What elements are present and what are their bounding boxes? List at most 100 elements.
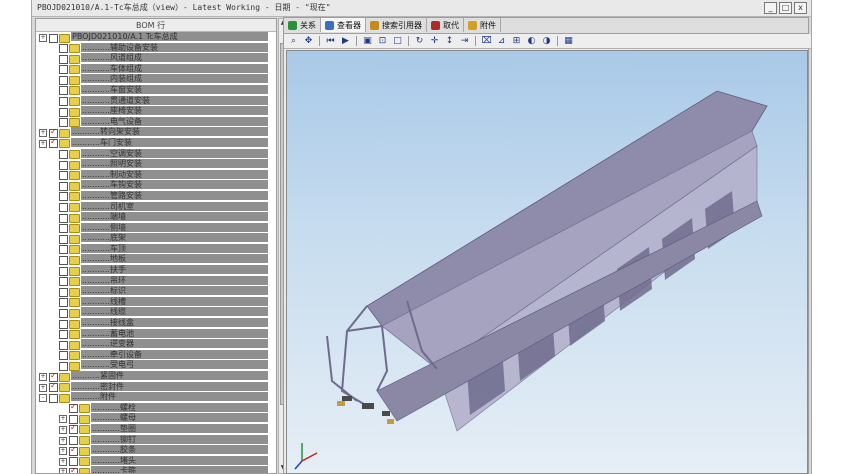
pan-icon[interactable]: ✥ <box>302 35 315 48</box>
bom-row[interactable]: ...........接线盒 <box>36 318 276 329</box>
zoom-icon[interactable]: ⌕ <box>287 35 300 48</box>
bom-row[interactable]: ...........照明安装 <box>36 159 276 170</box>
bom-row[interactable]: ...........线缆 <box>36 307 276 318</box>
close-button[interactable]: x <box>794 2 807 14</box>
row-checkbox[interactable] <box>69 423 78 435</box>
bom-row[interactable]: + ...........螺母 <box>36 413 276 424</box>
bom-row[interactable]: ...........空调安装 <box>36 148 276 160</box>
row-checkbox[interactable] <box>59 118 68 128</box>
maximize-button[interactable]: □ <box>779 2 792 14</box>
row-checkbox[interactable] <box>59 266 68 276</box>
row-checkbox[interactable] <box>59 203 68 212</box>
row-checkbox[interactable] <box>59 234 68 244</box>
row-checkbox[interactable] <box>69 402 78 414</box>
hide-icon[interactable]: ◐ <box>525 35 538 48</box>
bom-row[interactable]: ...........扶手 <box>36 265 276 276</box>
row-checkbox[interactable] <box>59 86 68 96</box>
expand-icon[interactable]: + <box>59 436 67 445</box>
bom-row[interactable]: + PBOJD021010/A.1 Tc车总成 <box>36 32 276 43</box>
bom-row[interactable]: ...........电气设备 <box>36 116 276 128</box>
row-checkbox[interactable] <box>59 107 68 117</box>
bom-row[interactable]: ...........司机室 <box>36 201 276 213</box>
bom-row[interactable]: ...........标识 <box>36 286 276 297</box>
tab-attachment[interactable]: 附件 <box>464 18 501 32</box>
tab-search-ref[interactable]: 搜索引用器 <box>366 18 427 32</box>
bom-row[interactable]: + ...........紧固件 <box>36 371 276 382</box>
row-checkbox[interactable] <box>59 181 68 191</box>
vertical-icon[interactable]: ↕ <box>443 35 456 48</box>
bom-row[interactable]: + ...........铆钉 <box>36 434 276 446</box>
row-checkbox[interactable] <box>59 255 68 265</box>
bom-row[interactable]: ...........管路安装 <box>36 190 276 202</box>
bom-row[interactable]: + ...........转向架安装 <box>36 127 276 138</box>
bom-row[interactable]: ...........制动安装 <box>36 169 276 181</box>
align-icon[interactable]: ⇥ <box>458 35 471 48</box>
expand-icon[interactable]: + <box>39 34 47 42</box>
zoom-fit-icon[interactable]: ▣ <box>361 35 374 48</box>
bom-row[interactable]: + ...........密封件 <box>36 381 276 393</box>
bom-row[interactable]: ...........车顶 <box>36 243 276 255</box>
tab-viewer[interactable]: 查看器 <box>321 18 366 32</box>
bom-row[interactable]: ...........车体组成 <box>36 63 276 75</box>
bom-row[interactable]: ...........底架 <box>36 233 276 244</box>
bom-row[interactable]: ...........座椅安装 <box>36 106 276 117</box>
row-checkbox[interactable] <box>59 54 68 64</box>
row-checkbox[interactable] <box>59 245 68 255</box>
row-checkbox[interactable] <box>59 97 68 107</box>
collapse-icon[interactable]: - <box>39 394 47 403</box>
row-checkbox[interactable] <box>59 213 68 223</box>
row-checkbox[interactable] <box>59 160 68 170</box>
bom-row[interactable]: ...........车窗安装 <box>36 84 276 96</box>
row-checkbox[interactable] <box>59 75 68 85</box>
row-checkbox[interactable] <box>59 65 68 75</box>
row-checkbox[interactable] <box>59 351 68 361</box>
row-checkbox[interactable] <box>59 277 68 287</box>
expand-icon[interactable]: + <box>39 383 47 392</box>
row-checkbox[interactable] <box>59 330 68 340</box>
row-checkbox[interactable] <box>59 150 68 160</box>
bom-row[interactable]: ...........端墙 <box>36 212 276 223</box>
bom-row[interactable]: + ...........车门安装 <box>36 137 276 149</box>
expand-icon[interactable]: + <box>59 415 67 424</box>
row-checkbox[interactable] <box>59 44 68 54</box>
bom-row[interactable]: ...........线槽 <box>36 296 276 308</box>
row-checkbox[interactable] <box>59 192 68 202</box>
bom-row[interactable]: + ...........胶条 <box>36 445 276 456</box>
row-checkbox[interactable] <box>69 445 78 456</box>
bom-row[interactable]: ...........风道组成 <box>36 53 276 64</box>
measure-icon[interactable]: ⊿ <box>495 35 508 48</box>
row-checkbox[interactable] <box>49 137 58 149</box>
bom-row[interactable]: + ...........垫圈 <box>36 423 276 435</box>
play-icon[interactable]: ▶ <box>339 35 352 48</box>
bom-row[interactable]: + ...........卡箍 <box>36 466 276 473</box>
expand-icon[interactable]: + <box>59 425 67 434</box>
3d-viewport[interactable] <box>286 50 808 474</box>
minimize-button[interactable]: _ <box>764 2 777 14</box>
expand-icon[interactable]: + <box>39 139 47 148</box>
clip-icon[interactable]: ⌧ <box>480 35 493 48</box>
bom-row[interactable]: ...........内装组成 <box>36 74 276 85</box>
row-checkbox[interactable] <box>59 298 68 308</box>
bom-row[interactable]: ...........贯通道安装 <box>36 95 276 107</box>
rotate-icon[interactable]: ↻ <box>413 35 426 48</box>
row-checkbox[interactable] <box>59 340 68 350</box>
row-checkbox[interactable] <box>59 171 68 181</box>
row-checkbox[interactable] <box>49 33 58 43</box>
bom-row[interactable]: ...........吊环 <box>36 275 276 287</box>
train-car-model[interactable] <box>287 51 807 473</box>
row-checkbox[interactable] <box>59 308 68 318</box>
row-checkbox[interactable] <box>59 361 68 371</box>
bom-row[interactable]: ...........地板 <box>36 254 276 265</box>
expand-icon[interactable]: + <box>59 457 67 466</box>
zoom-area-icon[interactable]: ⊡ <box>376 35 389 48</box>
bom-row[interactable]: + ...........堵头 <box>36 455 276 467</box>
move-icon[interactable]: ✛ <box>428 35 441 48</box>
screenshot-icon[interactable]: ▦ <box>562 35 575 48</box>
row-checkbox[interactable] <box>59 287 68 297</box>
bom-row[interactable]: ...........受电弓 <box>36 360 276 371</box>
expand-icon[interactable]: + <box>39 373 47 381</box>
row-checkbox[interactable] <box>49 393 58 403</box>
expand-icon[interactable]: + <box>59 468 67 473</box>
expand-icon[interactable]: + <box>39 129 47 138</box>
expand-icon[interactable]: + <box>59 447 67 456</box>
